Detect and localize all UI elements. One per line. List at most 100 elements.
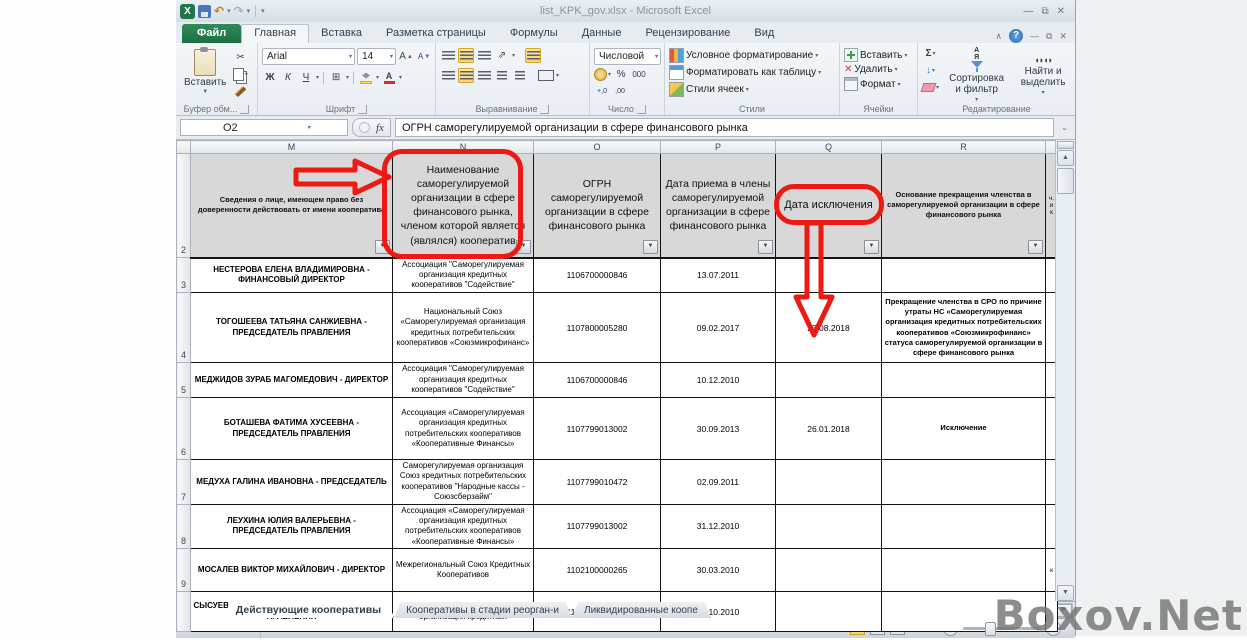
percent-button[interactable]: %	[613, 67, 629, 82]
insert-function-area[interactable]: fx	[352, 118, 391, 137]
split-handle[interactable]	[1057, 141, 1074, 149]
cell-o6[interactable]: 1107799013002	[534, 398, 661, 460]
cell-o7[interactable]: 1107799010472	[534, 460, 661, 505]
wrap-text-button[interactable]	[525, 48, 541, 63]
align-bottom-button[interactable]	[476, 48, 492, 63]
cell-q5[interactable]	[776, 363, 882, 398]
header-cell-m[interactable]: Сведения о лице, имеющем право без довер…	[191, 154, 393, 258]
fx-icon[interactable]: fx	[376, 122, 384, 134]
bold-button[interactable]: Ж	[262, 70, 278, 85]
close-icon[interactable]: ✕	[1057, 6, 1065, 17]
clipboard-dialog-launcher-icon[interactable]	[240, 105, 249, 114]
tab-review[interactable]: Рецензирование	[633, 24, 742, 43]
font-dialog-launcher-icon[interactable]	[358, 105, 367, 114]
shrink-font-button[interactable]: А▼	[416, 49, 432, 64]
row-header-8[interactable]: 8	[177, 504, 191, 549]
cell-q3[interactable]	[776, 258, 882, 293]
header-cell-p[interactable]: Дата приема в члены саморегулируемой орг…	[661, 154, 776, 258]
fill-color-button[interactable]	[358, 70, 374, 85]
align-top-button[interactable]	[440, 48, 456, 63]
help-icon[interactable]: ?	[1009, 29, 1023, 43]
tab-file[interactable]: Файл	[182, 24, 241, 43]
find-select-button[interactable]: ◖◗◖◗ Найти и выделить▾	[1014, 46, 1072, 104]
cell-r6[interactable]: Исключение	[882, 398, 1046, 460]
clear-button[interactable]: ▾	[922, 80, 939, 95]
restore-icon[interactable]: ⧉	[1041, 6, 1048, 17]
delete-cells-button[interactable]: ✕ Удалить▾	[844, 64, 914, 75]
cell-r8[interactable]	[882, 504, 1046, 549]
scroll-up-icon[interactable]: ▲	[1057, 150, 1074, 166]
decrease-indent-button[interactable]	[494, 68, 510, 83]
font-name-combo[interactable]: Arial▾	[262, 48, 355, 65]
column-header-Q[interactable]: Q	[776, 141, 882, 154]
underline-button[interactable]: Ч	[298, 70, 314, 85]
tab-data[interactable]: Данные	[570, 24, 634, 43]
tab-page-layout[interactable]: Разметка страницы	[374, 24, 498, 43]
merge-center-button[interactable]	[538, 68, 554, 83]
align-left-button[interactable]	[440, 68, 456, 83]
row-header-5[interactable]: 5	[177, 363, 191, 398]
font-size-combo[interactable]: 14▾	[357, 48, 396, 65]
book-restore-icon[interactable]: ⧉	[1046, 31, 1052, 42]
vertical-scrollbar[interactable]: ▲ ▼	[1055, 140, 1075, 601]
paste-button[interactable]: Вставить▼	[180, 48, 230, 96]
cell-styles-button[interactable]: Стили ячеек▾	[669, 82, 836, 97]
expand-formula-bar-icon[interactable]: ⌄	[1058, 123, 1071, 132]
name-box[interactable]: O2 ▾	[180, 119, 348, 136]
cut-button[interactable]: ✂	[232, 50, 248, 65]
increase-indent-button[interactable]	[512, 68, 528, 83]
row-header-2[interactable]: 2	[177, 154, 191, 258]
cell-q9[interactable]	[776, 549, 882, 592]
cell-m3[interactable]: НЕСТЕРОВА ЕЛЕНА ВЛАДИМИРОВНА - ФИНАНСОВЫ…	[191, 258, 393, 293]
row-header-9[interactable]: 9	[177, 549, 191, 592]
row-header-3[interactable]: 3	[177, 258, 191, 293]
cell-q6[interactable]: 26.01.2018	[776, 398, 882, 460]
sheet-tab-active[interactable]: Действующие кооперативы	[224, 602, 394, 618]
cell-p4[interactable]: 09.02.2017	[661, 293, 776, 363]
cell-q7[interactable]	[776, 460, 882, 505]
accounting-format-button[interactable]: ▾	[594, 67, 611, 82]
cell-r9[interactable]	[882, 549, 1046, 592]
minimize-icon[interactable]: —	[1023, 6, 1033, 17]
cell-n7[interactable]: Саморегулируемая организация Союз кредит…	[393, 460, 534, 505]
row-header-4[interactable]: 4	[177, 293, 191, 363]
cell-o9[interactable]: 1102100000265	[534, 549, 661, 592]
cell-p7[interactable]: 02.09.2011	[661, 460, 776, 505]
vertical-scroll-thumb[interactable]	[1057, 168, 1074, 194]
tab-home[interactable]: Главная	[241, 24, 309, 43]
cell-m9[interactable]: МОСАЛЕВ ВИКТОР МИХАЙЛОВИЧ - ДИРЕКТОР	[191, 549, 393, 592]
cell-q4[interactable]: 23.08.2018	[776, 293, 882, 363]
cell-n4[interactable]: Национальный Союз «Саморегулируемая орга…	[393, 293, 534, 363]
collapse-ribbon-icon[interactable]: ∧	[995, 31, 1002, 42]
cell-m4[interactable]: ТОГОШЕЕВА ТАТЬЯНА САНЖИЕВНА - ПРЕДСЕДАТЕ…	[191, 293, 393, 363]
cell-p5[interactable]: 10.12.2010	[661, 363, 776, 398]
cell-o5[interactable]: 1106700000846	[534, 363, 661, 398]
decrease-decimal-button[interactable]: ,00	[612, 84, 628, 99]
autosum-button[interactable]: Σ▾	[922, 46, 939, 61]
header-cell-o[interactable]: ОГРН саморегулируемой организации в сфер…	[534, 154, 661, 258]
column-header-O[interactable]: O	[534, 141, 661, 154]
header-cell-n[interactable]: Наименование саморегулируемой организаци…	[393, 154, 534, 258]
cell-p9[interactable]: 30.03.2010	[661, 549, 776, 592]
row-header-10[interactable]	[177, 592, 191, 632]
align-middle-button[interactable]	[458, 48, 474, 63]
cell-n8[interactable]: Ассоциация «Саморегулируемая организация…	[393, 504, 534, 549]
column-header-P[interactable]: P	[661, 141, 776, 154]
sort-filter-button[interactable]: АЯ Сортировка и фильтр▾	[943, 46, 1010, 104]
fill-button[interactable]: ↓▾	[922, 63, 939, 78]
sheet-tab-liquidated[interactable]: Ликвидированные коопе	[572, 602, 711, 618]
column-header-M[interactable]: M	[191, 141, 393, 154]
undo-dropdown-icon[interactable]: ▾	[227, 7, 231, 15]
header-cell-q[interactable]: Дата исключения▼	[776, 154, 882, 258]
alignment-dialog-launcher-icon[interactable]	[540, 105, 549, 114]
cell-r5[interactable]	[882, 363, 1046, 398]
filter-dropdown-icon[interactable]: ▼	[375, 240, 390, 254]
tab-formulas[interactable]: Формулы	[498, 24, 570, 43]
filter-dropdown-icon[interactable]: ▼	[643, 240, 658, 254]
borders-button[interactable]: ⊞	[328, 70, 344, 85]
formula-input[interactable]: ОГРН саморегулируемой организации в сфер…	[395, 118, 1054, 137]
cell-q10[interactable]	[776, 592, 882, 632]
name-box-dropdown-icon[interactable]: ▾	[308, 124, 311, 131]
cell-r4[interactable]: Прекращение членства в СРО по причине ут…	[882, 293, 1046, 363]
tab-view[interactable]: Вид	[742, 24, 786, 43]
